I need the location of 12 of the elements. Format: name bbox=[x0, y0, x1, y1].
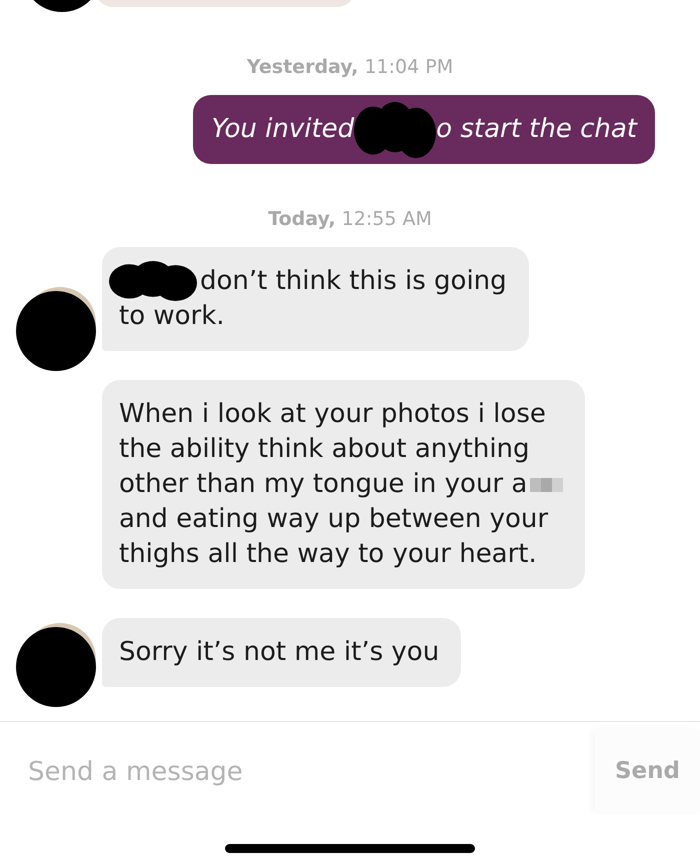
pixelated-censor-icon bbox=[530, 478, 564, 492]
message-text: You invited bbox=[211, 114, 354, 144]
message-text: to work. bbox=[119, 301, 225, 332]
redaction-blob-icon bbox=[109, 261, 197, 302]
message-text: o start the chat bbox=[436, 114, 637, 144]
message-text: Sorry it’s not me it’s you bbox=[119, 637, 440, 668]
message-text: and eating way up between your thighs all the way to your heart. bbox=[119, 504, 548, 570]
message-timestamp: Today, 12:55 AM bbox=[268, 206, 432, 231]
message-text: other than my tongue in your a bbox=[119, 469, 528, 500]
message-timestamp: Yesterday, 11:04 PM bbox=[246, 55, 454, 79]
redaction-blob-icon bbox=[354, 102, 436, 158]
message-text: don’t think this is going bbox=[200, 266, 507, 296]
